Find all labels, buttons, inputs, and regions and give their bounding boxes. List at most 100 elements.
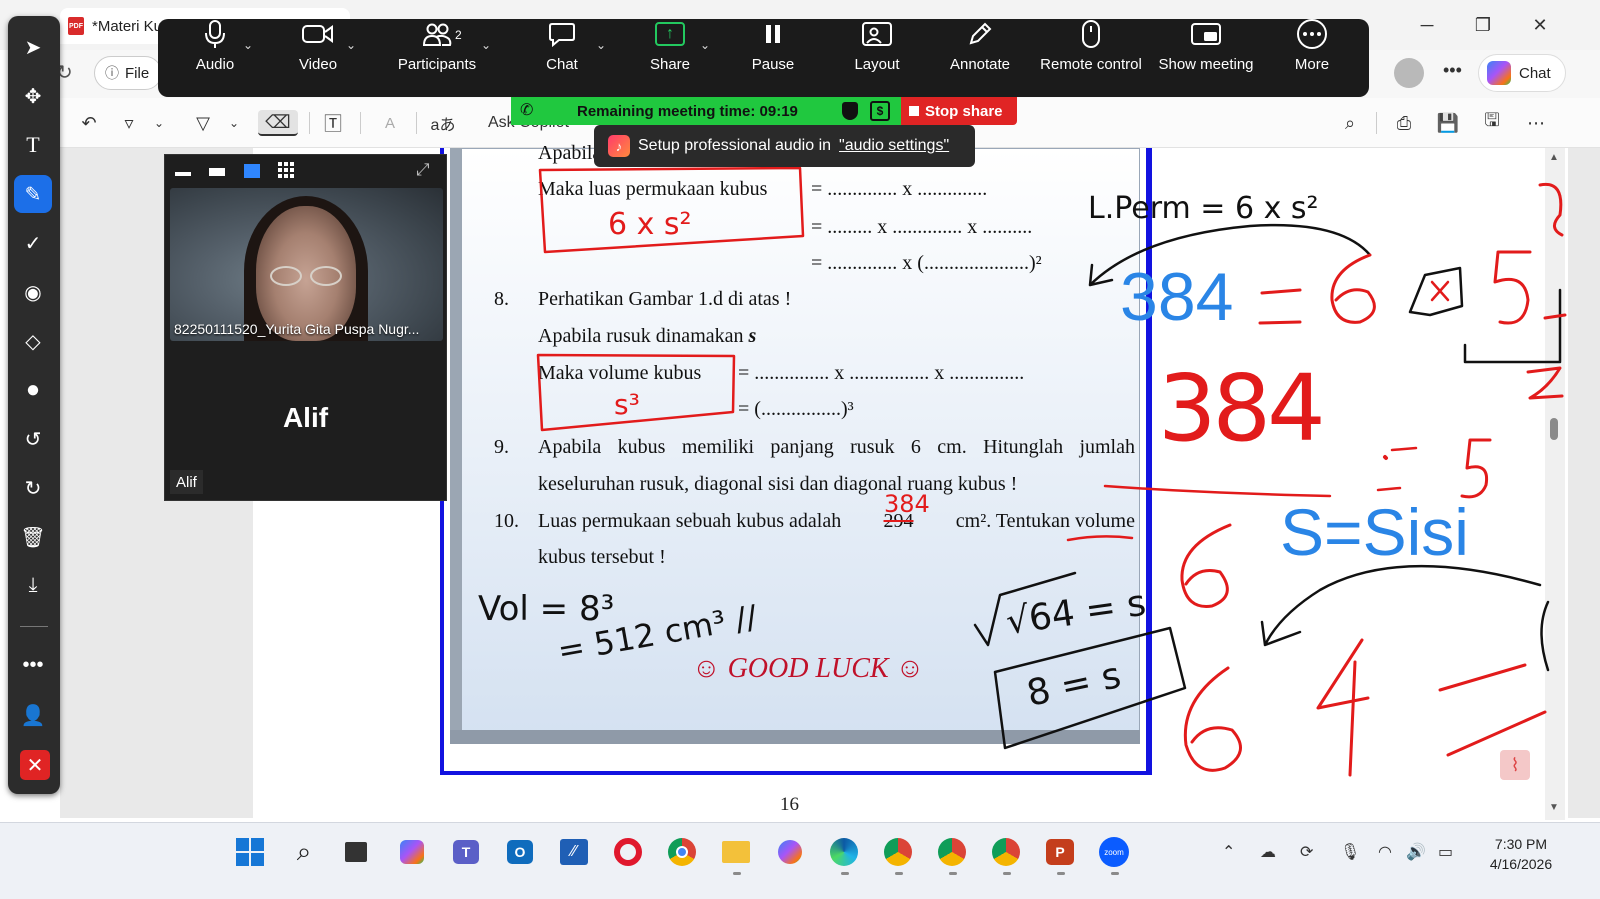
wifi-icon[interactable]: ◠ [1378, 842, 1392, 862]
more-options-icon[interactable]: ⋯ [1522, 110, 1550, 136]
move-icon[interactable]: ✥ [14, 77, 52, 115]
search-icon[interactable]: ⌕ [1336, 110, 1364, 136]
participants-icon [422, 12, 452, 56]
scroll-up-icon[interactable]: ▲ [1549, 152, 1559, 163]
copilot-chat-button[interactable]: Chat [1478, 54, 1566, 92]
stamp-check-icon[interactable]: ✓ [14, 224, 52, 262]
chrome-profile-icon[interactable] [990, 836, 1022, 868]
read-aloud-icon[interactable]: A [376, 110, 404, 136]
running-indicator [1003, 872, 1011, 875]
file-button[interactable]: ⓘ File [94, 56, 162, 90]
print-icon[interactable]: ⎙ [1390, 110, 1418, 136]
restore-button[interactable]: ❐ [1468, 12, 1498, 38]
chevron-down-icon[interactable]: ⌄ [596, 38, 606, 52]
m365-icon[interactable] [774, 836, 806, 868]
acrobat-icon[interactable]: ⌇ [1500, 750, 1530, 780]
close-annotation-icon[interactable]: ✕ [20, 750, 50, 780]
layout-button[interactable]: Layout [850, 0, 904, 78]
expand-icon[interactable]: ⤢ [416, 160, 430, 180]
start-button[interactable] [234, 836, 266, 868]
trash-icon[interactable]: 🗑 [14, 518, 52, 556]
chevron-up-icon[interactable]: ⌃ [1222, 842, 1235, 862]
profile-avatar[interactable] [1394, 58, 1424, 88]
powerpoint-icon[interactable]: P [1044, 836, 1076, 868]
speaker-view-icon[interactable] [244, 164, 260, 178]
task-view-icon[interactable] [340, 836, 372, 868]
spotlight-icon[interactable]: ◉ [14, 273, 52, 311]
layout-icon [861, 12, 893, 56]
gallery-view-icon[interactable] [278, 162, 294, 178]
file-explorer-icon[interactable] [720, 836, 752, 868]
chrome-icon[interactable] [666, 836, 698, 868]
chrome-profile-icon[interactable] [882, 836, 914, 868]
copilot-icon [1487, 61, 1511, 85]
text-tool-icon[interactable]: T [14, 126, 52, 164]
info-icon: ⓘ [105, 65, 119, 81]
more-tools-icon[interactable]: ••• [14, 646, 52, 684]
show-meeting-button[interactable]: Show meeting [1154, 0, 1258, 78]
close-window-button[interactable]: ✕ [1525, 12, 1555, 38]
draw-icon[interactable]: ▽ [190, 110, 216, 136]
chat-button[interactable]: Chat [540, 0, 584, 78]
undo-icon[interactable]: ↶ [76, 110, 102, 136]
edge-icon[interactable] [828, 836, 860, 868]
save-as-icon[interactable]: 🖫 [1478, 110, 1506, 136]
pause-button[interactable]: Pause [750, 0, 796, 78]
hide-video-icon[interactable] [209, 168, 225, 176]
download-icon[interactable]: ⤓ [14, 566, 52, 604]
billing-icon[interactable]: $ [870, 101, 890, 121]
search-taskbar-icon[interactable]: ⌕ [288, 836, 320, 868]
volume-icon[interactable]: 🔊 [1406, 842, 1426, 862]
chevron-down-icon[interactable]: ⌄ [346, 38, 356, 52]
annotator-names-icon[interactable]: 👤 [14, 696, 52, 734]
eraser-icon[interactable]: ⌫ [258, 110, 298, 136]
security-shield-icon[interactable] [842, 102, 858, 120]
doc-row: = (................)³ [738, 398, 854, 420]
scrollbar-thumb[interactable] [1550, 418, 1558, 440]
browser-menu-icon[interactable]: ••• [1443, 60, 1462, 81]
teams-icon[interactable]: T [450, 836, 482, 868]
pen-tool-icon[interactable]: ✎ [14, 175, 52, 213]
save-icon[interactable]: 💾 [1434, 110, 1462, 136]
annotate-button[interactable]: Annotate [944, 0, 1016, 78]
share-button[interactable]: ↑ Share [646, 0, 694, 78]
audio-settings-toast[interactable]: ♪ Setup professional audio in "audio set… [594, 125, 975, 167]
battery-icon[interactable]: ▭ [1438, 842, 1453, 862]
remote-control-button[interactable]: Remote control [1036, 0, 1146, 78]
sync-icon[interactable]: ⟳ [1300, 842, 1313, 862]
chevron-down-icon[interactable]: ⌄ [243, 38, 253, 52]
minimize-video-icon[interactable] [175, 172, 191, 176]
chrome-profile-icon[interactable] [936, 836, 968, 868]
vertical-scrollbar[interactable] [1545, 148, 1565, 820]
scroll-down-icon[interactable]: ▼ [1549, 802, 1559, 813]
participant-video[interactable]: 82250111520_Yurita Gita Puspa Nugr... [170, 188, 443, 341]
copilot-taskbar-icon[interactable] [396, 836, 428, 868]
audio-settings-link[interactable]: "audio settings" [839, 137, 949, 155]
audio-button[interactable]: Audio [184, 0, 246, 78]
app-icon[interactable]: ⁄⁄ [558, 836, 590, 868]
zoom-app-icon[interactable]: zoom [1098, 836, 1130, 868]
cloud-off-icon[interactable]: ☁ [1260, 842, 1276, 862]
system-clock[interactable]: 7:30 PM 4/16/2026 [1476, 834, 1566, 874]
participants-button[interactable]: Participants [390, 0, 484, 78]
select-arrow-icon[interactable]: ➤ [14, 28, 52, 66]
highlighter-icon[interactable]: ▿ [116, 110, 142, 136]
microphone-tray-icon[interactable]: 🎙 [1340, 842, 1360, 862]
chevron-down-icon[interactable]: ⌄ [151, 110, 167, 136]
redo-tool-icon[interactable]: ↻ [14, 469, 52, 507]
outlook-icon[interactable]: O [504, 836, 536, 868]
eraser-tool-icon[interactable]: ◇ [14, 322, 52, 360]
translate-icon[interactable]: aあ [428, 110, 458, 136]
opera-icon[interactable] [612, 836, 644, 868]
more-button[interactable]: More [1290, 0, 1334, 78]
color-picker-icon[interactable]: ● [14, 371, 52, 409]
video-button[interactable]: Video [288, 0, 348, 78]
chevron-down-icon[interactable]: ⌄ [481, 38, 491, 52]
undo-tool-icon[interactable]: ↺ [14, 420, 52, 458]
chevron-down-icon[interactable]: ⌄ [700, 38, 710, 52]
share-label: Share [649, 56, 691, 73]
text-box-icon[interactable]: 🅃 [320, 110, 346, 136]
stop-share-button[interactable]: Stop share [901, 97, 1017, 125]
chevron-down-icon[interactable]: ⌄ [226, 110, 242, 136]
minimize-button[interactable]: ─ [1412, 12, 1442, 38]
